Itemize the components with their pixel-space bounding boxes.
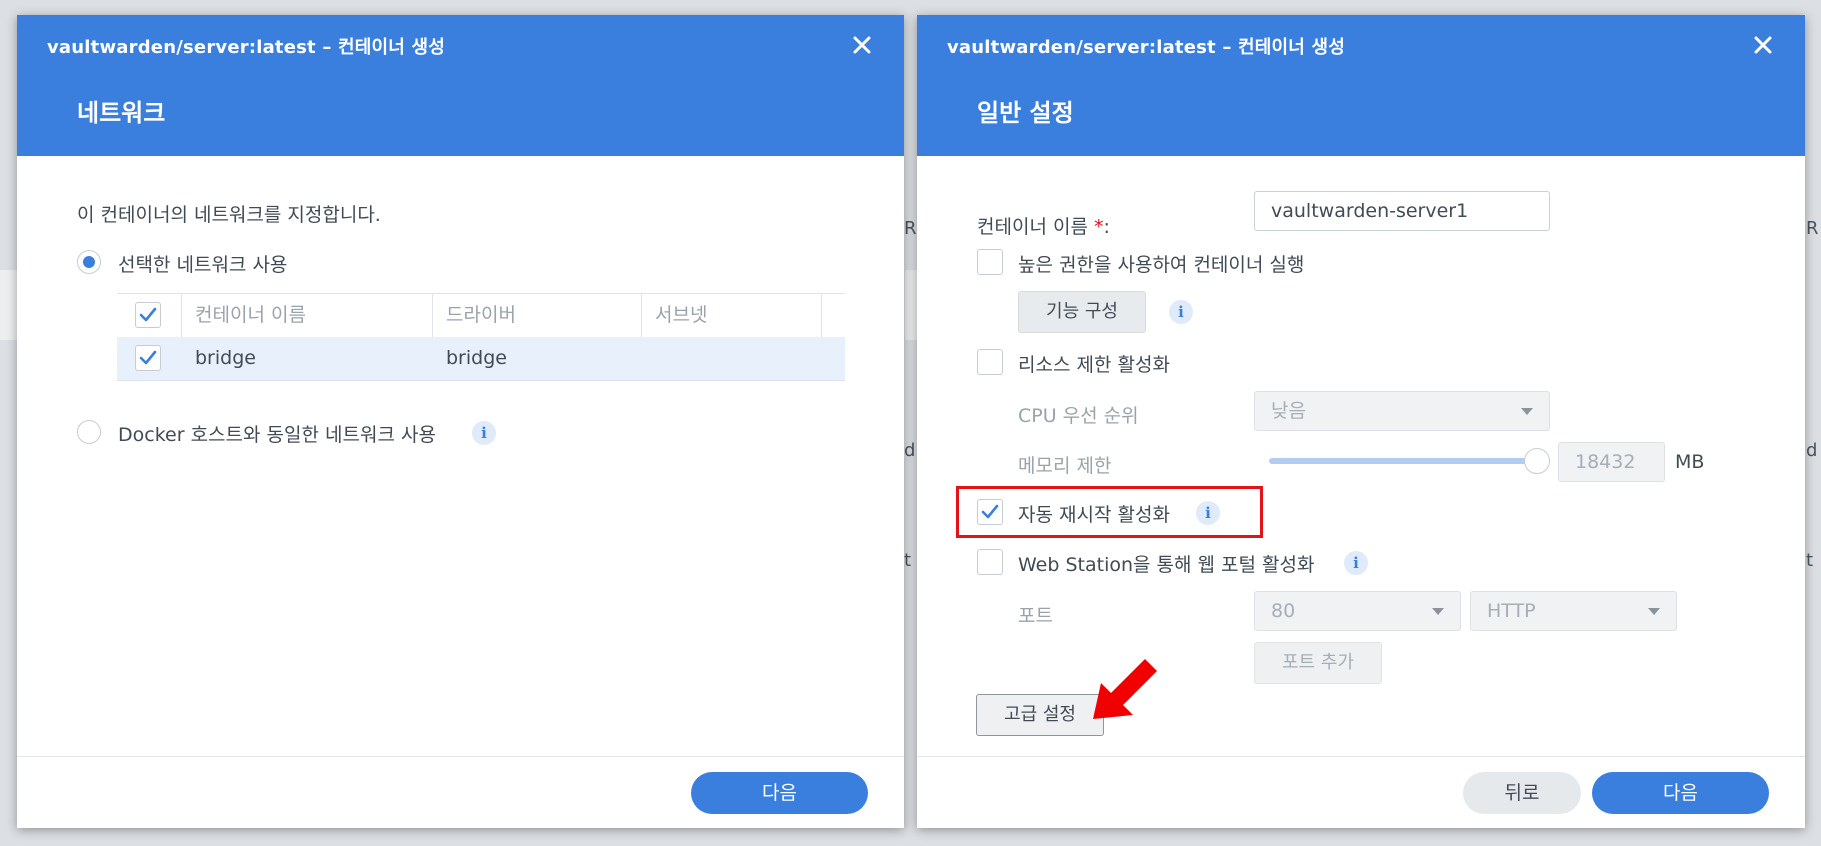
slider-handle[interactable] [1524,448,1550,474]
auto-restart-label[interactable]: 자동 재시작 활성화 [1018,500,1170,527]
column-header-name[interactable]: 컨테이너 이름 [195,294,306,337]
dialog-footer: 뒤로 다음 [917,756,1805,829]
back-button[interactable]: 뒤로 [1463,772,1581,814]
memory-limit-label: 메모리 제한 [1018,455,1112,477]
network-dialog: vaultwarden/server:latest – 컨테이너 생성 네트워크… [17,15,904,828]
container-name-label-text: 컨테이너 이름 [977,216,1088,238]
network-description: 이 컨테이너의 네트워크를 지정합니다. [77,204,381,226]
privileged-checkbox[interactable] [977,249,1003,275]
resource-limit-checkbox[interactable] [977,349,1003,375]
cpu-priority-value: 낮음 [1271,400,1306,422]
column-divider [432,294,433,337]
chevron-down-icon [1648,608,1660,615]
memory-limit-slider[interactable] [1269,458,1544,464]
add-port-button[interactable]: 포트 추가 [1254,642,1382,684]
row-network-driver: bridge [446,347,507,369]
container-name-input[interactable]: vaultwarden-server1 [1254,191,1550,231]
background-text: R [904,218,917,239]
dialog-footer: 다음 [17,756,904,829]
column-header-subnet[interactable]: 서브넷 [655,294,707,337]
privileged-label[interactable]: 높은 권한을 사용하여 컨테이너 실행 [1018,250,1304,277]
info-icon[interactable]: i [1344,551,1368,575]
capabilities-button[interactable]: 기능 구성 [1018,291,1146,333]
row-network-name: bridge [195,347,256,369]
label-colon: : [1103,216,1110,238]
next-button[interactable]: 다음 [1592,772,1769,814]
annotation-arrow-icon [1093,659,1157,719]
background-text: t [1806,550,1814,571]
close-icon[interactable] [1747,29,1779,61]
web-station-label[interactable]: Web Station을 통해 웹 포털 활성화 [1018,550,1315,577]
advanced-settings-button[interactable]: 고급 설정 [976,694,1104,736]
info-icon[interactable]: i [1169,300,1193,324]
radio-selected-network-label[interactable]: 선택한 네트워크 사용 [118,250,287,277]
port-select[interactable]: 80 [1254,591,1461,631]
step-title: 일반 설정 [977,99,1074,127]
cpu-priority-label: CPU 우선 순위 [1018,405,1139,427]
background-text: d [1806,440,1818,461]
table-header: 컨테이너 이름 드라이버 서브넷 [117,293,845,338]
dialog-header: vaultwarden/server:latest – 컨테이너 생성 일반 설… [917,15,1805,156]
row-checkbox[interactable] [135,345,161,371]
chevron-down-icon [1521,408,1533,415]
next-button[interactable]: 다음 [691,772,868,814]
chevron-down-icon [1432,608,1444,615]
port-value: 80 [1271,600,1296,622]
dialog-title: vaultwarden/server:latest – 컨테이너 생성 [47,37,446,58]
column-header-driver[interactable]: 드라이버 [446,294,516,337]
dialog-header: vaultwarden/server:latest – 컨테이너 생성 네트워크 [17,15,904,156]
select-all-checkbox[interactable] [135,302,161,328]
radio-selected-network[interactable] [77,250,101,274]
resource-limit-label[interactable]: 리소스 제한 활성화 [1018,350,1170,377]
radio-host-network[interactable] [77,420,101,444]
cpu-priority-select[interactable]: 낮음 [1254,391,1550,431]
table-row[interactable]: bridge bridge [117,337,845,381]
close-icon[interactable] [846,29,878,61]
auto-restart-checkbox[interactable] [977,499,1003,525]
dialog-title: vaultwarden/server:latest – 컨테이너 생성 [947,37,1346,58]
column-divider [821,294,822,337]
column-divider [641,294,642,337]
info-icon[interactable]: i [1196,501,1220,525]
background-text: R [1806,218,1819,239]
radio-host-network-label[interactable]: Docker 호스트와 동일한 네트워크 사용 [118,420,436,447]
memory-limit-input[interactable]: 18432 [1558,442,1665,482]
background-panel [905,270,917,340]
web-station-checkbox[interactable] [977,549,1003,575]
port-label: 포트 [1018,605,1053,627]
info-icon[interactable]: i [472,421,496,445]
background-text: d [904,440,916,461]
general-settings-dialog: vaultwarden/server:latest – 컨테이너 생성 일반 설… [917,15,1805,828]
background-text: t [904,550,912,571]
column-divider [181,294,182,337]
step-title: 네트워크 [77,99,166,127]
protocol-select[interactable]: HTTP [1470,591,1677,631]
container-name-label: 컨테이너 이름 *: [977,212,1110,239]
memory-unit: MB [1675,451,1705,473]
protocol-value: HTTP [1487,600,1536,622]
